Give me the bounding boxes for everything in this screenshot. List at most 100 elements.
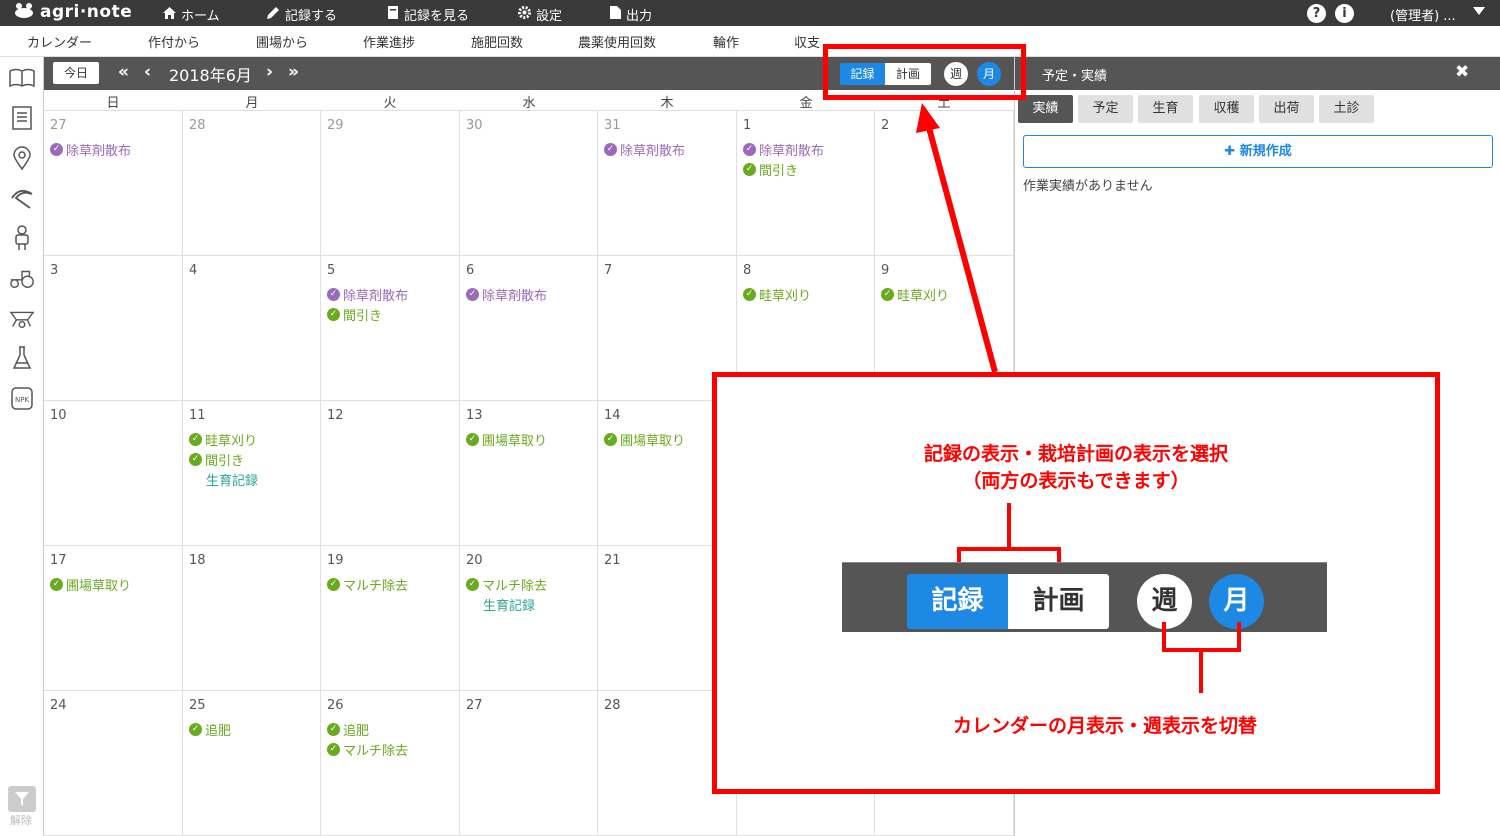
calendar-day-cell[interactable]: 28 [183, 111, 321, 256]
tab-growth[interactable]: 生育 [1138, 95, 1193, 123]
tab-harvest[interactable]: 収穫 [1199, 95, 1254, 123]
calendar-event[interactable]: ✓ 畦草刈り [743, 285, 811, 304]
calendar-day-cell[interactable]: 20 ✓ マルチ除去 生育記録 [460, 546, 598, 691]
calendar-day-cell[interactable]: 19 ✓ マルチ除去 [321, 546, 460, 691]
day-number: 28 [189, 118, 206, 133]
callout-line-1: 記録の表示・栽培計画の表示を選択 [923, 443, 1228, 465]
calendar-event[interactable]: ✓ 除草剤散布 [604, 140, 685, 159]
tab-plans[interactable]: 予定 [1078, 95, 1133, 123]
calendar-event[interactable]: ✓ マルチ除去 [327, 575, 408, 594]
filter-icon[interactable] [8, 786, 36, 812]
calendar-event[interactable]: ✓ マルチ除去 [327, 740, 408, 759]
nav-label: 出力 [626, 9, 653, 24]
fertilizer-bag-icon[interactable]: NPK [9, 385, 35, 411]
subnav-calendar[interactable]: カレンダー [27, 32, 92, 51]
tab-shipment[interactable]: 出荷 [1259, 95, 1314, 123]
subnav-balance[interactable]: 収支 [794, 32, 820, 51]
calendar-day-cell[interactable]: 12 [321, 401, 460, 546]
calendar-event[interactable]: ✓ 除草剤散布 [327, 285, 408, 304]
subnav-by-field[interactable]: 圃場から [256, 32, 308, 51]
calendar-day-cell[interactable]: 5 ✓ 除草剤散布 ✓ 間引き [321, 256, 460, 401]
calendar-event[interactable]: ✓ 圃場草取り [50, 575, 131, 594]
calendar-day-cell[interactable]: 2 [875, 111, 1014, 256]
check-icon: ✓ [466, 433, 479, 446]
next-month-icon[interactable]: › [266, 62, 273, 82]
sickle-icon[interactable] [9, 185, 35, 211]
calendar-event[interactable]: ✓ 除草剤散布 [743, 140, 824, 159]
calendar-event[interactable]: 生育記録 [206, 470, 258, 489]
nav-record[interactable]: 記録する [267, 5, 337, 24]
calendar-day-cell[interactable]: 25 ✓ 追肥 [183, 691, 321, 836]
filter-clear-label[interactable]: 解除 [10, 812, 32, 828]
open-book-icon[interactable] [9, 65, 35, 91]
prev-year-icon[interactable]: « [118, 62, 129, 82]
calendar-day-cell[interactable]: 24 [44, 691, 183, 836]
calendar-day-cell[interactable]: 18 [183, 546, 321, 691]
calendar-event[interactable]: ✓ 除草剤散布 [466, 285, 547, 304]
subnav-pesticide[interactable]: 農薬使用回数 [578, 32, 656, 51]
calendar-event[interactable]: ✓ 畦草刈り [189, 430, 257, 449]
close-icon[interactable]: ✖ [1455, 62, 1469, 82]
highlight-box [823, 44, 1026, 100]
calendar-day-cell[interactable]: 3 [44, 256, 183, 401]
calendar-day-cell[interactable]: 11 ✓ 畦草刈り ✓ 間引き 生育記録 [183, 401, 321, 546]
app-name: agri·note [40, 2, 133, 22]
calendar-day-cell[interactable]: 31 ✓ 除草剤散布 [598, 111, 737, 256]
day-number: 27 [466, 698, 483, 713]
help-icon[interactable]: ? [1307, 4, 1326, 23]
today-button[interactable]: 今日 [53, 62, 99, 84]
calendar-day-cell[interactable]: 29 [321, 111, 460, 256]
logo-icon [14, 2, 34, 22]
info-icon[interactable]: i [1335, 4, 1354, 23]
calendar-day-cell[interactable]: 26 ✓ 追肥 ✓ マルチ除去 [321, 691, 460, 836]
nav-view-records[interactable]: 記録を見る [387, 5, 469, 24]
event-label: 圃場草取り [66, 579, 132, 594]
calendar-event[interactable]: ✓ 間引き [327, 305, 382, 324]
calendar-day-cell[interactable]: 17 ✓ 圃場草取り [44, 546, 183, 691]
calendar-event[interactable]: ✓ 間引き [743, 160, 798, 179]
calendar-event[interactable]: ✓ 圃場草取り [604, 430, 685, 449]
nav-settings[interactable]: 設定 [518, 5, 562, 24]
subnav-by-crop[interactable]: 作付から [148, 32, 200, 51]
calendar-event[interactable]: ✓ 追肥 [189, 720, 231, 739]
app-logo[interactable]: agri·note [14, 2, 132, 22]
calendar-event[interactable]: ✓ マルチ除去 [466, 575, 547, 594]
new-record-button[interactable]: ✚ 新規作成 [1023, 135, 1493, 168]
calendar-event[interactable]: ✓ 追肥 [327, 720, 369, 739]
wheelbarrow-icon[interactable] [9, 305, 35, 331]
subnav-fertilizer[interactable]: 施肥回数 [471, 32, 523, 51]
calendar-day-cell[interactable]: 4 [183, 256, 321, 401]
worker-icon[interactable] [9, 225, 35, 251]
location-pin-icon[interactable] [9, 145, 35, 171]
subnav-rotation[interactable]: 輪作 [713, 32, 739, 51]
calendar-day-cell[interactable]: 13 ✓ 圃場草取り [460, 401, 598, 546]
document-icon[interactable] [9, 105, 35, 131]
nav-label: 記録を見る [404, 9, 470, 24]
check-icon: ✓ [327, 308, 340, 321]
tractor-icon[interactable] [9, 265, 35, 291]
tab-results[interactable]: 実績 [1018, 95, 1073, 123]
calendar-day-cell[interactable]: 30 [460, 111, 598, 256]
calendar-day-cell[interactable]: 10 [44, 401, 183, 546]
calendar-event[interactable]: ✓ 畦草刈り [881, 285, 949, 304]
nav-output[interactable]: 出力 [610, 5, 652, 24]
flask-icon[interactable] [9, 345, 35, 371]
calendar-day-cell[interactable]: 1 ✓ 除草剤散布 ✓ 間引き [737, 111, 875, 256]
calendar-event[interactable]: ✓ 圃場草取り [466, 430, 547, 449]
next-year-icon[interactable]: » [288, 62, 299, 82]
calendar-day-cell[interactable]: 27 [460, 691, 598, 836]
nav-home[interactable]: ホーム [163, 5, 220, 24]
tab-soil[interactable]: 土診 [1319, 95, 1374, 123]
subnav-progress[interactable]: 作業進捗 [363, 32, 415, 51]
day-number: 4 [189, 263, 198, 278]
caret-down-icon[interactable] [1473, 7, 1485, 15]
calendar-event[interactable]: 生育記録 [483, 595, 535, 614]
calendar-event[interactable]: ✓ 除草剤散布 [50, 140, 131, 159]
event-label: 除草剤散布 [482, 289, 548, 304]
calendar-day-cell[interactable]: 6 ✓ 除草剤散布 [460, 256, 598, 401]
day-number: 6 [466, 263, 475, 278]
user-menu[interactable]: (管理者) ... [1390, 5, 1456, 24]
calendar-event[interactable]: ✓ 間引き [189, 450, 244, 469]
prev-month-icon[interactable]: ‹ [144, 62, 151, 82]
calendar-day-cell[interactable]: 27 ✓ 除草剤散布 [44, 111, 183, 256]
